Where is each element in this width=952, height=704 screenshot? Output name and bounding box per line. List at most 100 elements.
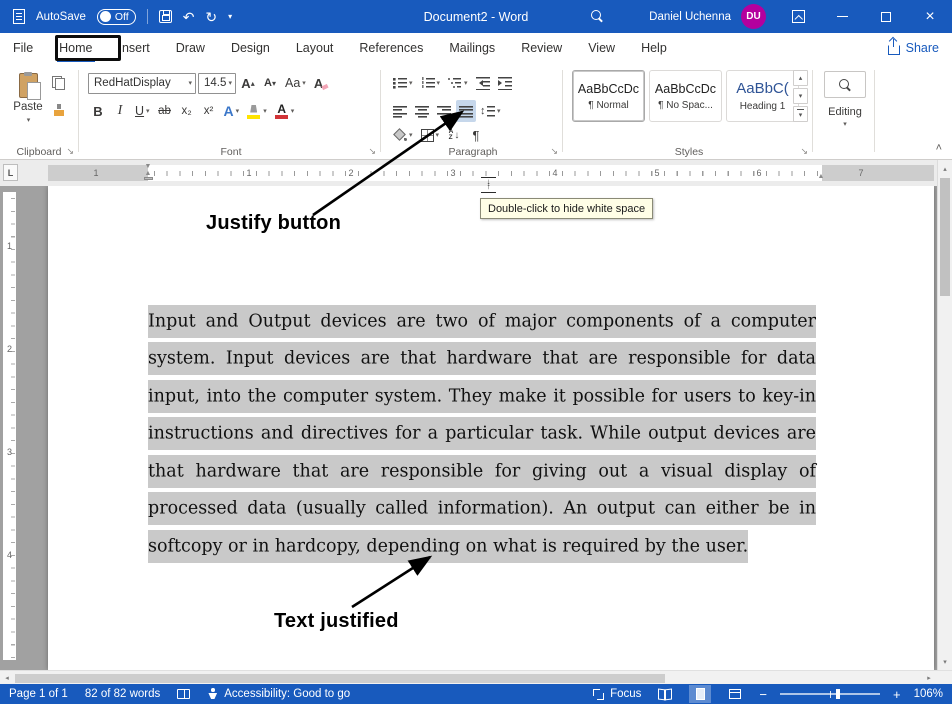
vertical-scrollbar-thumb[interactable] bbox=[940, 178, 950, 296]
document-paragraph[interactable]: Input and Output devices are two of majo… bbox=[148, 303, 816, 566]
scroll-up-icon[interactable]: ▴ bbox=[938, 161, 952, 176]
zoom-in-button[interactable]: + bbox=[893, 688, 901, 701]
tab-home[interactable]: Home bbox=[46, 33, 105, 62]
show-hide-marks-button[interactable]: ¶ bbox=[466, 124, 486, 146]
read-mode-button[interactable] bbox=[654, 685, 676, 703]
align-left-button[interactable] bbox=[390, 100, 410, 122]
align-right-button[interactable] bbox=[434, 100, 454, 122]
line-spacing-button[interactable]: ↕▾ bbox=[478, 100, 504, 122]
save-icon[interactable] bbox=[159, 10, 172, 23]
paragraph-dialog-launcher-icon[interactable]: ↘ bbox=[550, 146, 558, 157]
styles-more-icon[interactable]: ▾ bbox=[793, 106, 808, 122]
zoom-slider[interactable] bbox=[780, 693, 880, 695]
autosave-toggle[interactable]: Off bbox=[97, 9, 136, 25]
font-dialog-launcher-icon[interactable]: ↘ bbox=[368, 146, 376, 157]
underline-button[interactable]: U▾ bbox=[132, 100, 153, 122]
accessibility-status[interactable]: Accessibility: Good to go bbox=[207, 688, 350, 700]
tab-help[interactable]: Help bbox=[628, 33, 680, 62]
web-layout-button[interactable] bbox=[724, 685, 746, 703]
tab-references[interactable]: References bbox=[346, 33, 436, 62]
shading-button[interactable]: ▾ bbox=[390, 124, 416, 146]
close-button[interactable]: × bbox=[908, 0, 952, 33]
word-app-icon[interactable] bbox=[13, 9, 25, 24]
tab-draw[interactable]: Draw bbox=[163, 33, 218, 62]
focus-button[interactable]: Focus bbox=[593, 688, 641, 700]
redo-icon[interactable]: ↻ bbox=[205, 10, 217, 24]
avatar[interactable]: DU bbox=[741, 4, 766, 29]
vertical-scrollbar[interactable]: ▴ ▾ bbox=[937, 160, 952, 670]
borders-button[interactable]: ▾ bbox=[418, 124, 443, 146]
scroll-down-icon[interactable]: ▾ bbox=[938, 654, 952, 669]
strikethrough-button[interactable]: ab bbox=[155, 100, 175, 122]
document-page[interactable]: Input and Output devices are two of majo… bbox=[48, 186, 934, 670]
share-button[interactable]: Share bbox=[888, 33, 939, 62]
tab-file[interactable]: File bbox=[0, 33, 46, 62]
highlight-color-button[interactable]: ▾ bbox=[244, 100, 270, 122]
font-name-combobox[interactable]: RedHatDisplay ▾ bbox=[88, 73, 196, 94]
minimize-button[interactable] bbox=[820, 0, 864, 33]
horizontal-scrollbar[interactable]: ◂ ▸ bbox=[0, 670, 952, 684]
print-layout-button[interactable] bbox=[689, 685, 711, 703]
bullets-button[interactable]: ▾ bbox=[390, 72, 416, 94]
horizontal-scrollbar-thumb[interactable] bbox=[15, 674, 665, 683]
tab-mailings[interactable]: Mailings bbox=[436, 33, 508, 62]
paste-button[interactable]: Paste ▾ bbox=[7, 70, 49, 144]
grow-font-button[interactable]: A▴ bbox=[238, 72, 258, 94]
zoom-level[interactable]: 106% bbox=[914, 688, 943, 700]
multilevel-list-button[interactable]: ▾ bbox=[445, 72, 471, 94]
find-button[interactable] bbox=[824, 71, 866, 98]
bold-button[interactable]: B bbox=[88, 100, 108, 122]
style-heading-1[interactable]: AaBbC( Heading 1 bbox=[726, 70, 799, 122]
change-case-button[interactable]: Aa▾ bbox=[282, 72, 309, 94]
superscript-button[interactable]: x² bbox=[199, 100, 219, 122]
justify-button[interactable] bbox=[456, 100, 476, 122]
quick-access-toolbar: AutoSave Off ↶ ↻ ▾ bbox=[0, 9, 232, 25]
sort-button[interactable]: AZ ↓ bbox=[444, 124, 464, 146]
left-indent-marker[interactable]: ▼ ▲ bbox=[141, 164, 155, 180]
chevron-down-icon[interactable]: ▾ bbox=[816, 120, 874, 128]
page-indicator[interactable]: Page 1 of 1 bbox=[9, 688, 68, 700]
italic-button[interactable]: I bbox=[110, 100, 130, 122]
decrease-indent-button[interactable] bbox=[473, 72, 493, 94]
selected-text[interactable]: Input and Output devices are two of majo… bbox=[148, 305, 816, 564]
styles-scroll-down-icon[interactable]: ▾ bbox=[793, 88, 808, 104]
copy-icon[interactable] bbox=[52, 76, 65, 90]
word-count[interactable]: 82 of 82 words bbox=[85, 688, 160, 700]
subscript-button[interactable]: x₂ bbox=[177, 100, 197, 122]
font-size-combobox[interactable]: 14.5 ▾ bbox=[198, 73, 236, 94]
chevron-down-icon: ▾ bbox=[436, 131, 440, 139]
style-no-spacing[interactable]: AaBbCcDc ¶ No Spac... bbox=[649, 70, 722, 122]
style-normal[interactable]: AaBbCcDc ¶ Normal bbox=[572, 70, 645, 122]
font-color-button[interactable]: A▾ bbox=[272, 100, 298, 122]
tab-insert[interactable]: Insert bbox=[106, 33, 163, 62]
increase-indent-button[interactable] bbox=[495, 72, 515, 94]
clear-formatting-button[interactable]: A bbox=[311, 72, 331, 94]
shrink-font-button[interactable]: A▾ bbox=[260, 72, 280, 94]
styles-dialog-launcher-icon[interactable]: ↘ bbox=[800, 146, 808, 157]
text-effects-button[interactable]: A▾ bbox=[221, 100, 243, 122]
customize-qat-icon[interactable]: ▾ bbox=[228, 13, 232, 21]
tab-design[interactable]: Design bbox=[218, 33, 283, 62]
search-icon[interactable] bbox=[590, 9, 604, 28]
styles-scroll-up-icon[interactable]: ▴ bbox=[793, 70, 808, 86]
undo-icon[interactable]: ↶ bbox=[183, 10, 195, 24]
numbering-button[interactable]: ▾ bbox=[418, 72, 444, 94]
tab-view[interactable]: View bbox=[575, 33, 628, 62]
scroll-left-icon[interactable]: ◂ bbox=[0, 671, 14, 685]
user-name[interactable]: Daniel Uchenna bbox=[649, 11, 731, 23]
align-center-button[interactable] bbox=[412, 100, 432, 122]
tab-review[interactable]: Review bbox=[508, 33, 575, 62]
proofing-button[interactable] bbox=[177, 689, 190, 699]
maximize-button[interactable] bbox=[864, 0, 908, 33]
clipboard-dialog-launcher-icon[interactable]: ↘ bbox=[66, 146, 74, 157]
ribbon-display-options-button[interactable] bbox=[776, 0, 820, 33]
group-editing: Editing ▾ bbox=[816, 62, 874, 160]
zoom-out-button[interactable]: − bbox=[759, 688, 767, 701]
collapse-ribbon-icon[interactable]: ˄ bbox=[936, 143, 942, 154]
right-indent-marker[interactable]: ▲ bbox=[814, 173, 828, 180]
zoom-slider-thumb[interactable] bbox=[836, 689, 840, 699]
tab-selector[interactable]: L bbox=[3, 164, 18, 181]
format-painter-icon[interactable] bbox=[53, 104, 65, 117]
scroll-right-icon[interactable]: ▸ bbox=[922, 671, 936, 685]
tab-layout[interactable]: Layout bbox=[283, 33, 347, 62]
